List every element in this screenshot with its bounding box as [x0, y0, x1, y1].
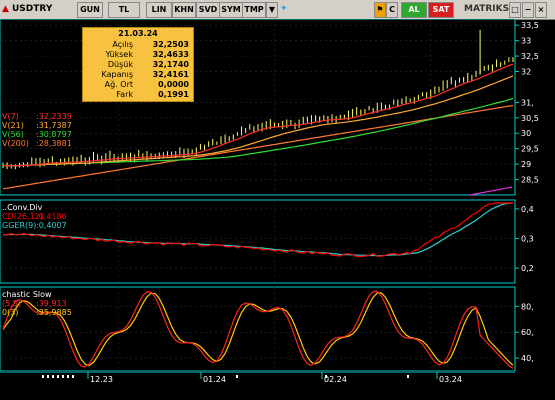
y-tick-label: 33,5	[521, 21, 539, 30]
tooltip-row: Kapanış 32,4161	[83, 70, 193, 79]
y-tick-label: 0,2	[521, 264, 534, 273]
event-marker	[236, 375, 238, 378]
legend-value: :0,4007	[36, 221, 67, 230]
tooltip-value: 0,1991	[158, 90, 189, 99]
tooltip-row: Ağ. Ort 0,0000	[83, 80, 193, 89]
tooltip-label: Ağ. Ort	[104, 80, 133, 89]
tooltip-row: Düşük 32,1740	[83, 60, 193, 69]
event-marker	[72, 375, 74, 378]
legend-value: :30,8797	[36, 130, 72, 139]
panel-frame	[0, 199, 516, 284]
y-tick-label: 30,5	[521, 114, 539, 123]
y-tick-label: 0,4	[521, 205, 534, 214]
y-tick-label: 80,	[521, 302, 534, 311]
panel-frame	[0, 19, 516, 196]
stochastic-panel: 80, 60, 40, chastic Slow(5,5) :39,913 0(3) :35…	[0, 286, 534, 372]
refresh-button[interactable]: C	[386, 2, 398, 18]
event-marker	[42, 375, 44, 378]
currency-button[interactable]: TL	[108, 2, 140, 18]
legend-value: :39,913	[36, 299, 67, 308]
tooltip-value: 32,2503	[152, 40, 189, 49]
y-tick-label: 60,	[521, 328, 534, 337]
khn-button[interactable]: KHN	[172, 2, 196, 18]
legend-value: :32,2339	[36, 112, 72, 121]
restore-button[interactable]: □	[509, 2, 521, 18]
panel-frame	[0, 286, 516, 372]
symbol-icon: ▲	[2, 4, 9, 14]
event-marker	[52, 375, 54, 378]
event-marker	[325, 375, 327, 378]
legend-value: :31,7387	[36, 121, 72, 130]
panel-title: chastic Slow	[2, 290, 52, 299]
y-tick-label: 33	[521, 37, 531, 46]
legend-text: V(21)	[2, 121, 24, 130]
x-tick-label: 01.24	[203, 375, 226, 384]
legend-text: GGER(9)	[2, 221, 36, 230]
legend-text: (5,5)	[2, 299, 21, 308]
linear-scale-button[interactable]: LIN	[146, 2, 172, 18]
y-tick-label: 32	[521, 67, 531, 76]
brand-logo: MATRIKS	[464, 4, 510, 14]
legend-value: :35,9885	[36, 308, 72, 317]
tooltip-value: 32,4161	[152, 70, 189, 79]
buy-button[interactable]: AL	[401, 2, 427, 18]
y-tick-label: 29	[521, 160, 531, 169]
legend-text: 0(3)	[2, 308, 18, 317]
ohlc-tooltip: 21.03.24 Açılış 32,2503 Yüksek 32,4633 Düş…	[82, 27, 194, 102]
legend-value: :28,3881	[36, 139, 72, 148]
tooltip-label: Düşük	[107, 60, 133, 69]
y-tick-label: 40,	[521, 354, 534, 363]
x-tick-label: 12.23	[90, 375, 113, 384]
tooltip-date: 21.03.24	[118, 29, 158, 38]
sell-button[interactable]: SAT	[428, 2, 454, 18]
event-marker	[67, 375, 69, 378]
period-button[interactable]: GUN	[77, 2, 103, 18]
close-button[interactable]: ×	[535, 2, 547, 18]
legend-text: V(7)	[2, 112, 19, 121]
y-tick-label: 31,	[521, 98, 534, 107]
y-tick-label: 28,5	[521, 176, 539, 185]
tooltip-label: Fark	[116, 90, 133, 99]
dropdown-arrow-icon[interactable]: ▼	[266, 2, 278, 18]
tooltip-label: Kapanış	[101, 70, 133, 79]
tooltip-row: Yüksek 32,4633	[83, 50, 193, 59]
y-tick-label: 30	[521, 129, 531, 138]
tooltip-row: Fark 0,1991	[83, 90, 193, 99]
legend-text: V(200)	[2, 139, 29, 148]
tooltip-row: Açılış 32,2503	[83, 40, 193, 49]
event-marker	[407, 375, 409, 378]
event-marker	[62, 375, 64, 378]
twitter-icon[interactable]: ✦	[280, 2, 288, 17]
x-tick-label: 03.24	[439, 375, 462, 384]
price-panel: 33,5 33 32,5 32 31, 30,5 30 29,5 29 28,5 V(7) :32,2…	[0, 19, 539, 196]
legend-text: V(56)	[2, 130, 24, 139]
y-tick-label: 29,5	[521, 145, 539, 154]
tooltip-value: 32,4633	[152, 50, 189, 59]
tooltip-label: Yüksek	[105, 50, 133, 59]
y-tick-label: 32,5	[521, 52, 539, 61]
x-axis: 12.23 01.24 02.24 03.24	[0, 371, 555, 400]
symbol-label[interactable]: USDTRY	[12, 2, 52, 17]
x-axis-background	[0, 371, 555, 400]
tooltip-value: 0,0000	[158, 80, 189, 89]
template-button[interactable]: TMP	[242, 2, 266, 18]
event-marker	[57, 375, 59, 378]
chart-toolbar: ▲ USDTRY GUN TL LIN KHN SVD SYM TMP ▼ ✦ …	[0, 0, 555, 20]
svd-button[interactable]: SVD	[196, 2, 220, 18]
legend-value: :0,4186	[36, 212, 67, 221]
panel-title: ..Conv.Div	[2, 203, 43, 212]
minimize-button[interactable]: −	[522, 2, 534, 18]
tooltip-label: Açılış	[112, 40, 133, 49]
flag-icon[interactable]: ⚑	[374, 2, 386, 18]
tooltip-value: 32,1740	[152, 60, 189, 69]
sym-button[interactable]: SYM	[219, 2, 243, 18]
y-tick-label: 0,3	[521, 235, 534, 244]
event-marker	[47, 375, 49, 378]
x-tick-label: 02.24	[324, 375, 347, 384]
macd-panel: 0,40,30,2..Conv.DivCD(26,12):0,4186GGER(…	[0, 199, 534, 284]
